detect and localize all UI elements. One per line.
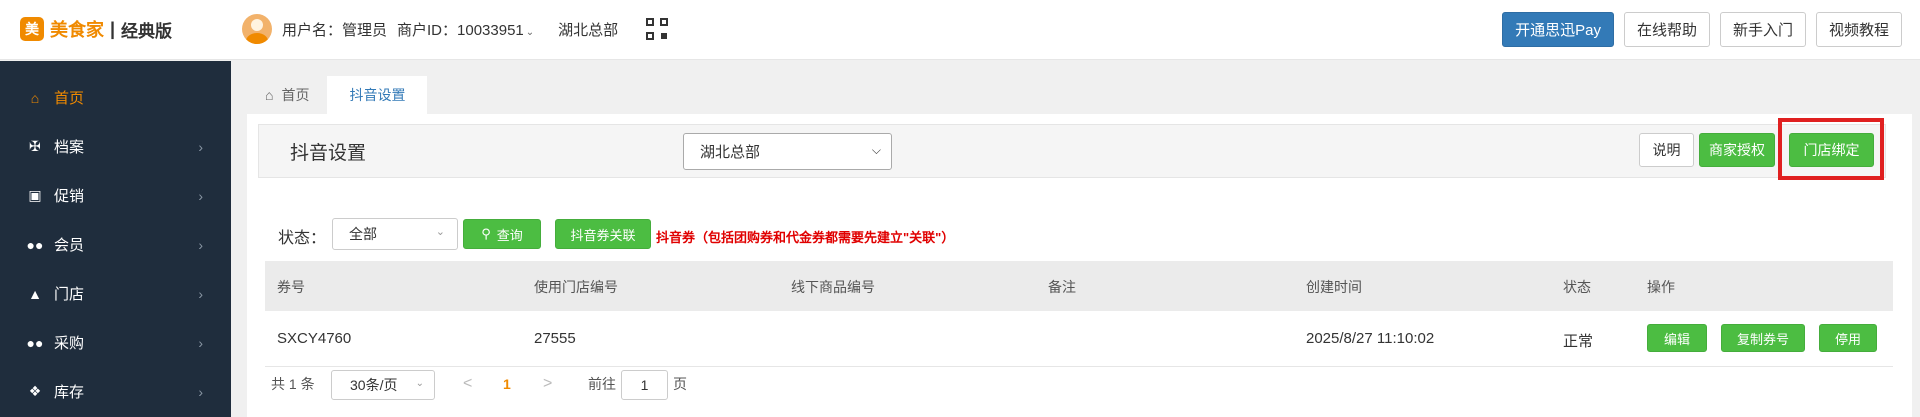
highlight-annotation (1778, 118, 1884, 180)
prev-page-button[interactable]: < (463, 369, 472, 399)
logo-text: 美食家 (50, 20, 104, 40)
cell-status: 正常 (1563, 333, 1594, 350)
home-icon: ⌂ (265, 87, 274, 103)
username-label: 用户名：管理员 (282, 21, 388, 39)
cutlery-icon: ✠ (29, 138, 41, 154)
column-header-status: 状态 (1563, 279, 1591, 295)
open-pay-button[interactable]: 开通思迅Pay (1502, 12, 1614, 47)
column-header-coupon-no: 券号 (277, 279, 305, 295)
sidebar-item-label: 库存 (54, 384, 85, 401)
page-title: 抖音设置 (290, 143, 367, 164)
header-actions: 开通思迅Pay 在线帮助 新手入门 视频教程 (1502, 12, 1902, 47)
store-select[interactable]: 湖北总部 ⌵ (683, 133, 892, 170)
column-header-created-at: 创建时间 (1306, 279, 1362, 295)
sidebar-item-store[interactable]: ▲ 门店 › (0, 269, 231, 318)
tab-bar: ⌂ 首页 抖音设置 (247, 76, 428, 114)
chevron-down-icon: ⌄ (435, 226, 445, 238)
status-select[interactable]: 全部 ⌄ (332, 218, 458, 250)
page-unit-label: 页 (673, 376, 687, 392)
tab-douyin-settings[interactable]: 抖音设置 (327, 76, 428, 114)
chevron-right-icon: › (198, 138, 203, 155)
current-store-name: 湖北总部 (558, 21, 619, 39)
top-header: 美 美食家 | 经典版 用户名：管理员 商户ID：10033951 ⌄ 湖北总部 … (0, 0, 1920, 60)
copy-coupon-no-button[interactable]: 复制券号 (1721, 324, 1805, 352)
column-header-offline-goods-no: 线下商品编号 (791, 279, 875, 295)
gift-icon: ▣ (28, 187, 42, 203)
merchant-id-dropdown[interactable]: 商户ID：10033951 ⌄ (397, 19, 534, 40)
qr-code-icon[interactable] (646, 18, 669, 40)
next-page-button[interactable]: > (543, 369, 552, 399)
column-header-actions: 操作 (1647, 279, 1675, 295)
store-select-value: 湖北总部 (700, 144, 761, 161)
pagination-total: 共 1 条 (271, 376, 315, 392)
sidebar-item-promotion[interactable]: ▣ 促销 › (0, 171, 231, 220)
tab-label: 首页 (281, 87, 310, 103)
logo-separator: | (110, 18, 116, 39)
sidebar-item-purchase[interactable]: ●● 采购 › (0, 318, 231, 367)
sidebar-item-member[interactable]: ●● 会员 › (0, 220, 231, 269)
cubes-icon: ❖ (28, 383, 42, 399)
users-icon: ●● (26, 236, 44, 253)
chevron-right-icon: › (198, 236, 203, 253)
chevron-down-icon: ⌄ (415, 378, 424, 389)
column-header-remark: 备注 (1048, 279, 1076, 295)
explain-button[interactable]: 说明 (1639, 133, 1694, 167)
sidebar-item-label: 首页 (54, 90, 85, 107)
sidebar-item-label: 采购 (54, 335, 85, 352)
users-icon: ●● (26, 334, 44, 351)
tab-home[interactable]: ⌂ 首页 (247, 76, 327, 114)
chevron-down-icon: ⌄ (525, 26, 535, 38)
tab-label: 抖音设置 (349, 87, 406, 103)
cell-store-no: 27555 (534, 330, 576, 347)
sidebar-item-inventory[interactable]: ❖ 库存 › (0, 367, 231, 416)
logo[interactable]: 美 美食家 | 经典版 (20, 16, 172, 42)
chevron-down-icon: ⌵ (871, 143, 881, 157)
sidebar-item-label: 门店 (54, 286, 85, 303)
sidebar-item-label: 促销 (54, 188, 85, 205)
chevron-right-icon: › (198, 383, 203, 400)
logo-mark: 美 (20, 17, 44, 41)
page-size-select[interactable]: 30条/页 ⌄ (331, 370, 435, 400)
sidebar-item-home[interactable]: ⌂ 首页 (0, 73, 231, 122)
cell-coupon-no: SXCY4760 (277, 330, 352, 347)
query-button-label: 查询 (496, 227, 523, 243)
chevron-right-icon: › (198, 285, 203, 302)
page-size-value: 30条/页 (350, 377, 398, 393)
column-header-store-no: 使用门店编号 (534, 279, 618, 295)
coupon-link-warning: 抖音券（包括团购券和代金券都需要先建立"关联"） (656, 230, 955, 245)
cell-created-at: 2025/8/27 11:10:02 (1306, 330, 1435, 347)
goto-page-input[interactable]: 1 (621, 370, 668, 400)
merchant-id-label: 商户ID：10033951 (397, 21, 524, 39)
merchant-auth-button[interactable]: 商家授权 (1699, 133, 1775, 167)
beginner-guide-button[interactable]: 新手入门 (1719, 12, 1806, 47)
status-filter-label: 状态： (278, 230, 327, 247)
edition-label: 经典版 (121, 21, 173, 41)
coupon-link-button[interactable]: 抖音券关联 (555, 219, 651, 249)
online-help-button[interactable]: 在线帮助 (1623, 12, 1710, 47)
chevron-right-icon: › (198, 334, 203, 351)
search-icon: ⚲ (481, 226, 491, 241)
sidebar: ⌂ 首页 ✠ 档案 › ▣ 促销 › ●● 会员 › ▲ 门店 › ●● 采购 … (0, 61, 231, 417)
video-tutorial-button[interactable]: 视频教程 (1815, 12, 1902, 47)
goto-label: 前往 (588, 376, 616, 392)
sidebar-item-label: 档案 (54, 139, 85, 156)
disable-button[interactable]: 停用 (1819, 324, 1877, 352)
bank-icon: ▲ (28, 285, 42, 302)
user-info: 用户名：管理员 商户ID：10033951 ⌄ 湖北总部 (242, 14, 669, 44)
home-icon: ⌂ (30, 89, 40, 106)
avatar[interactable] (242, 14, 272, 44)
edit-button[interactable]: 编辑 (1647, 324, 1707, 352)
chevron-right-icon: › (198, 187, 203, 204)
page-number-current[interactable]: 1 (503, 369, 511, 399)
status-select-value: 全部 (349, 226, 377, 242)
sidebar-item-archive[interactable]: ✠ 档案 › (0, 122, 231, 171)
sidebar-item-label: 会员 (54, 237, 85, 254)
query-button[interactable]: ⚲ 查询 (463, 219, 541, 249)
